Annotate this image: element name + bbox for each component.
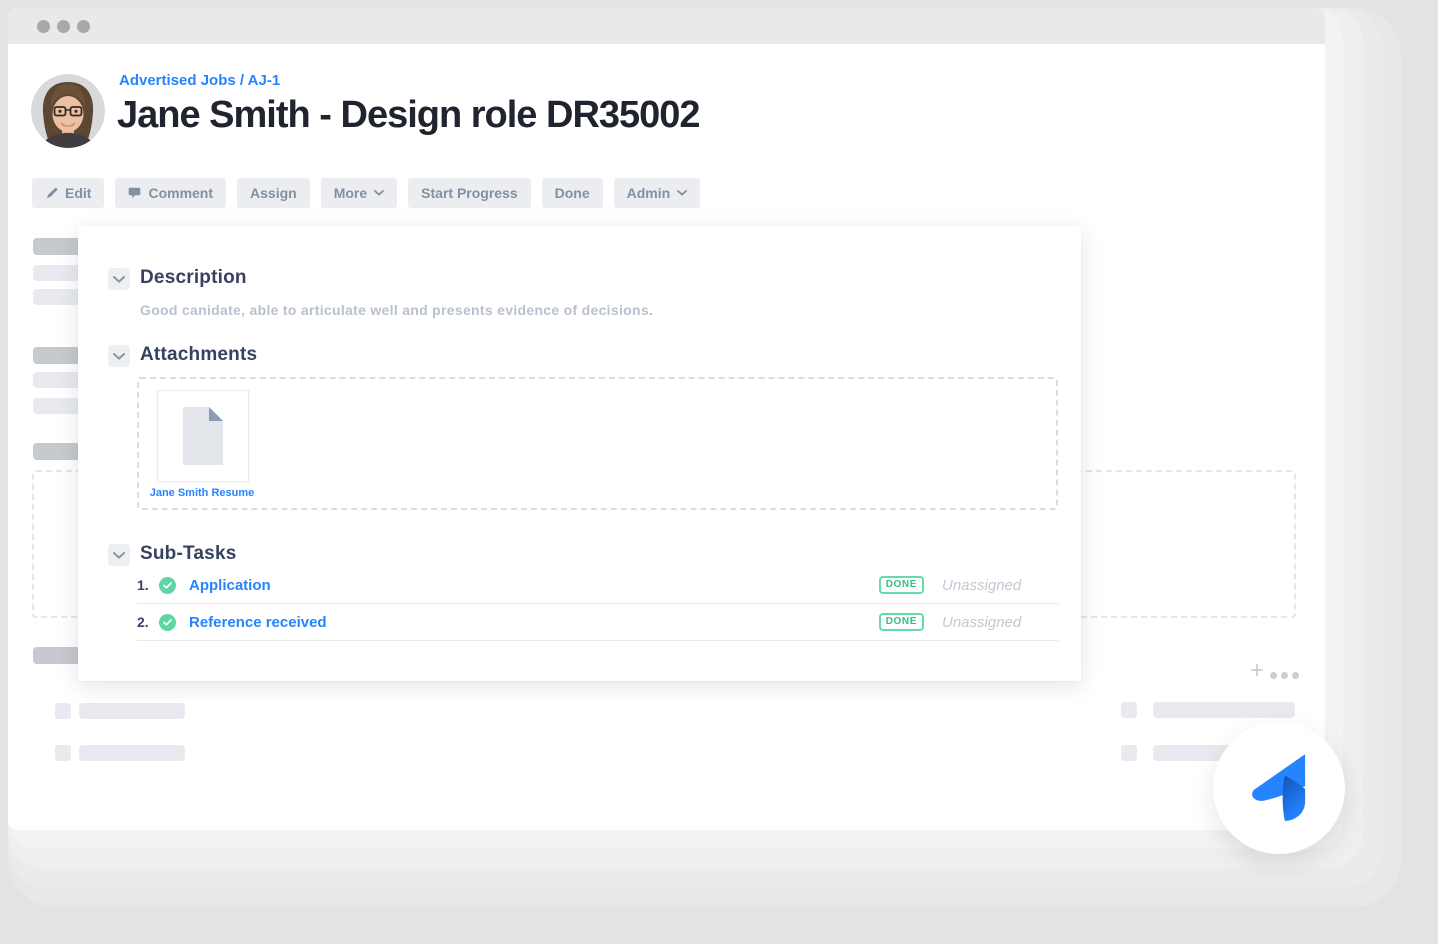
page-background: Advertised Jobs / AJ-1 Jane Smith - Desi… bbox=[0, 0, 1438, 944]
button-label: Done bbox=[555, 185, 590, 201]
avatar bbox=[31, 74, 105, 148]
check-circle-icon bbox=[159, 577, 176, 594]
subtask-number: 2. bbox=[137, 614, 157, 630]
subtask-link[interactable]: Reference received bbox=[189, 614, 327, 631]
assignee-text: Unassigned bbox=[942, 614, 1030, 631]
ellipsis-icon[interactable] bbox=[1270, 672, 1299, 679]
subtasks-collapse-toggle[interactable] bbox=[108, 544, 130, 566]
subtask-meta: DONE Unassigned bbox=[879, 613, 1058, 631]
document-icon bbox=[179, 406, 227, 466]
issue-toolbar: Edit Comment Assign More Start Progress … bbox=[32, 178, 700, 208]
edit-button[interactable]: Edit bbox=[32, 178, 104, 208]
attachment-dropzone[interactable] bbox=[137, 377, 1058, 510]
skeleton-bar bbox=[79, 745, 185, 761]
subtask-meta: DONE Unassigned bbox=[879, 576, 1058, 594]
check-circle-icon bbox=[159, 614, 176, 631]
breadcrumb[interactable]: Advertised Jobs / AJ-1 bbox=[119, 72, 280, 89]
jira-logo-badge bbox=[1213, 722, 1345, 854]
button-label: More bbox=[334, 185, 367, 201]
chevron-down-icon bbox=[113, 353, 125, 360]
skeleton-checkbox bbox=[55, 745, 71, 761]
assignee-text: Unassigned bbox=[942, 577, 1030, 594]
status-badge: DONE bbox=[879, 576, 924, 594]
speech-bubble-icon bbox=[128, 187, 141, 199]
button-label: Assign bbox=[250, 185, 297, 201]
browser-window: Advertised Jobs / AJ-1 Jane Smith - Desi… bbox=[8, 8, 1325, 830]
done-button[interactable]: Done bbox=[542, 178, 603, 208]
chevron-down-icon bbox=[677, 190, 687, 196]
description-text: Good canidate, able to articulate well a… bbox=[140, 302, 653, 318]
skeleton-checkbox bbox=[1121, 702, 1137, 718]
skeleton-checkbox bbox=[1121, 745, 1137, 761]
add-button[interactable]: + bbox=[1244, 656, 1270, 686]
attachment-file-name[interactable]: Jane Smith Resume bbox=[147, 487, 257, 499]
button-label: Edit bbox=[65, 185, 91, 201]
more-button[interactable]: More bbox=[321, 178, 397, 208]
button-label: Comment bbox=[148, 185, 213, 201]
subtask-number: 1. bbox=[137, 577, 157, 593]
comment-button[interactable]: Comment bbox=[115, 178, 226, 208]
issue-detail-card: Description Good canidate, able to artic… bbox=[78, 226, 1081, 681]
attachment-thumbnail[interactable] bbox=[157, 390, 249, 482]
chevron-down-icon bbox=[113, 276, 125, 283]
subtask-row: 1. Application DONE Unassigned bbox=[137, 567, 1058, 604]
jira-logo-icon bbox=[1249, 753, 1309, 823]
button-label: Admin bbox=[627, 185, 671, 201]
status-badge: DONE bbox=[879, 613, 924, 631]
pencil-icon bbox=[45, 187, 58, 200]
subtasks-heading: Sub-Tasks bbox=[140, 543, 236, 565]
attachments-collapse-toggle[interactable] bbox=[108, 345, 130, 367]
admin-button[interactable]: Admin bbox=[614, 178, 701, 208]
subtask-link[interactable]: Application bbox=[189, 577, 271, 594]
description-heading: Description bbox=[140, 267, 247, 289]
window-maximize-button[interactable] bbox=[77, 20, 90, 33]
assign-button[interactable]: Assign bbox=[237, 178, 310, 208]
window-close-button[interactable] bbox=[37, 20, 50, 33]
window-minimize-button[interactable] bbox=[57, 20, 70, 33]
skeleton-bar bbox=[1153, 702, 1295, 718]
chevron-down-icon bbox=[374, 190, 384, 196]
window-titlebar bbox=[8, 8, 1325, 44]
attachments-heading: Attachments bbox=[140, 344, 257, 366]
skeleton-checkbox bbox=[55, 703, 71, 719]
start-progress-button[interactable]: Start Progress bbox=[408, 178, 530, 208]
subtask-list: 1. Application DONE Unassigned 2. Re bbox=[137, 567, 1058, 641]
chevron-down-icon bbox=[113, 552, 125, 559]
description-collapse-toggle[interactable] bbox=[108, 268, 130, 290]
page-title: Jane Smith - Design role DR35002 bbox=[117, 94, 700, 137]
skeleton-bar bbox=[79, 703, 185, 719]
subtask-row: 2. Reference received DONE Unassigned bbox=[137, 604, 1058, 641]
button-label: Start Progress bbox=[421, 185, 517, 201]
